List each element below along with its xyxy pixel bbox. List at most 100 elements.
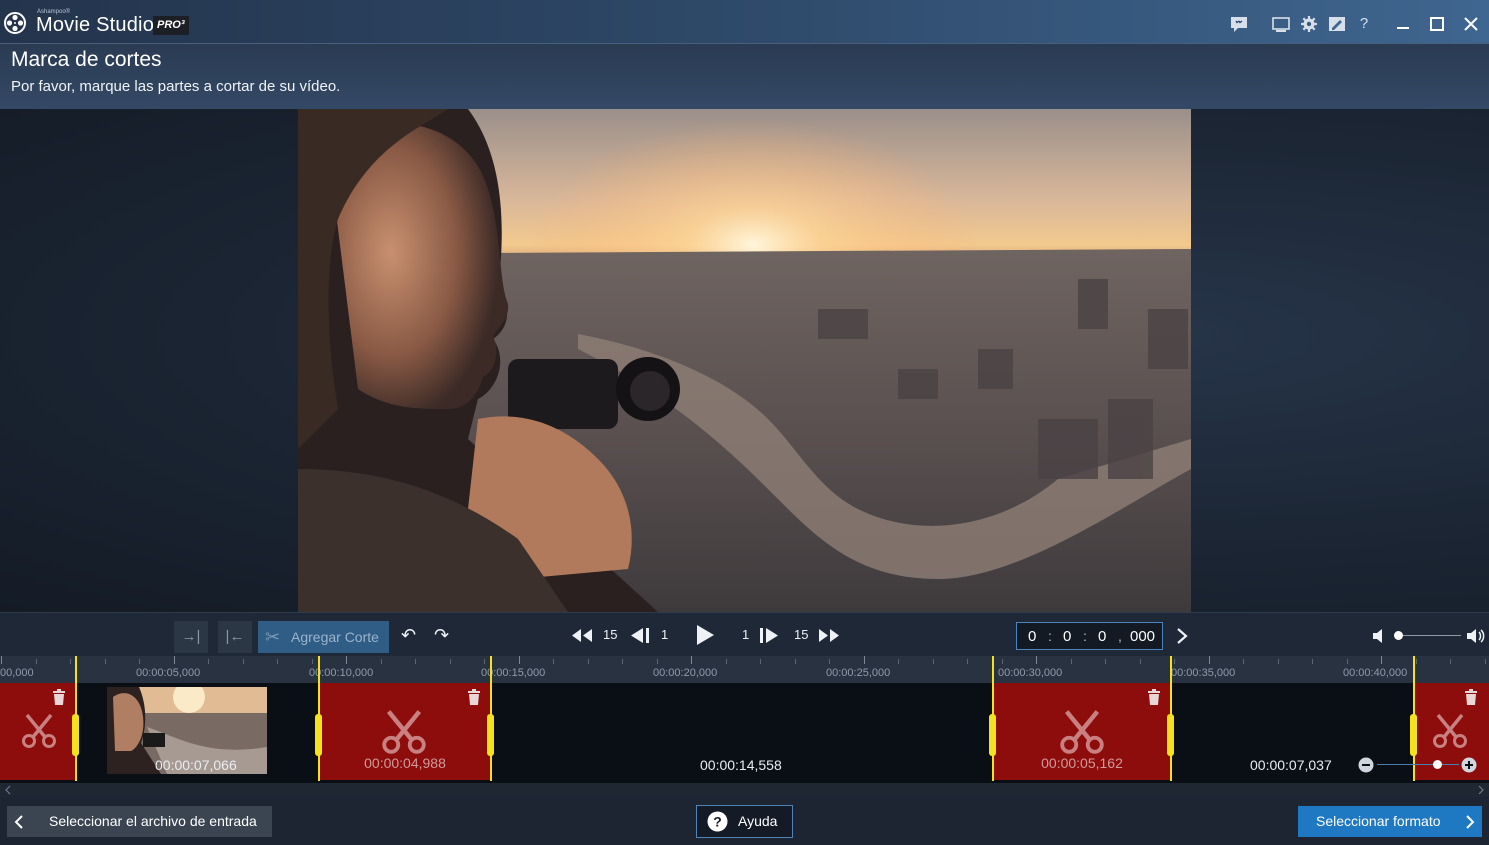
next-button-label: Seleccionar formato — [1316, 813, 1441, 829]
scissors-icon: ✂ — [265, 627, 281, 647]
page-header: Marca de cortes Por favor, marque las pa… — [0, 43, 1489, 109]
undo-icon[interactable]: ↶ — [401, 623, 416, 647]
ruler-tick — [36, 659, 37, 664]
film-reel-icon — [4, 12, 26, 34]
set-end-button[interactable]: |← — [218, 621, 252, 653]
volume-high-icon[interactable] — [1466, 627, 1486, 645]
ruler-tick — [312, 659, 313, 664]
scroll-right-icon[interactable] — [1477, 785, 1485, 795]
tick-label: 00:00:35,000 — [1171, 667, 1236, 679]
scissors-icon — [1060, 710, 1104, 754]
scissors-icon — [382, 710, 426, 754]
set-start-button[interactable]: →| — [174, 621, 208, 653]
rewind-icon[interactable] — [571, 628, 593, 643]
timecode-hours[interactable]: 0 — [1028, 628, 1036, 645]
ruler-tick — [1278, 659, 1279, 664]
minimize-icon[interactable] — [1393, 15, 1413, 33]
ruler-tick — [1312, 659, 1313, 664]
ruler-tick — [1347, 659, 1348, 664]
cut-handle[interactable] — [315, 714, 322, 756]
ruler-tick — [726, 659, 727, 664]
volume-low-icon[interactable] — [1372, 628, 1388, 644]
ruler-tick — [691, 656, 692, 664]
cut-handle[interactable] — [989, 714, 996, 756]
settings-icon[interactable] — [1299, 15, 1319, 33]
redo-icon[interactable]: ↷ — [434, 623, 449, 647]
ruler-tick — [450, 659, 451, 664]
ruler-tick — [898, 659, 899, 664]
ruler-tick — [1381, 656, 1382, 664]
trash-icon[interactable] — [52, 689, 66, 705]
zoom-out-icon[interactable] — [1358, 757, 1374, 773]
volume-slider-knob[interactable] — [1394, 631, 1403, 640]
step-forward-icon[interactable] — [758, 627, 780, 644]
ruler-tick — [208, 659, 209, 664]
help-button[interactable]: ? Ayuda — [696, 805, 793, 838]
fast-forward-icon[interactable] — [818, 628, 840, 643]
timecode-input[interactable]: 0 : 0 : 0 , 000 — [1016, 622, 1163, 650]
zoom-slider[interactable] — [1377, 764, 1459, 765]
trash-icon[interactable] — [467, 689, 481, 705]
timecode-minutes[interactable]: 0 — [1063, 628, 1071, 645]
cut-duration: 00:00:04,988 — [364, 755, 446, 771]
ruler-tick — [1450, 659, 1451, 664]
step-back-large-label: 15 — [603, 627, 618, 642]
tick-label: 00:00:05,000 — [136, 667, 201, 679]
video-preview-area — [0, 109, 1489, 612]
screen-icon[interactable] — [1271, 15, 1291, 33]
tick-label: 00:00:25,000 — [826, 667, 891, 679]
tick-label: 00:00:30,000 — [998, 667, 1063, 679]
zoom-slider-knob[interactable] — [1433, 760, 1442, 769]
ruler-tick — [1416, 659, 1417, 664]
ruler-tick — [1243, 659, 1244, 664]
cut-handle[interactable] — [72, 714, 79, 756]
ruler-tick — [415, 659, 416, 664]
timeline-scrollbar[interactable] — [0, 783, 1489, 797]
next-button[interactable]: Seleccionar formato — [1298, 806, 1482, 837]
cut-duration: 00:00:05,162 — [1041, 755, 1123, 771]
cut-segment[interactable] — [1414, 683, 1489, 780]
chevron-left-icon — [14, 815, 23, 829]
ruler-tick — [1209, 656, 1210, 664]
trash-icon[interactable] — [1147, 689, 1161, 705]
timeline-ruler[interactable]: 00,000 00:00:05,000 00:00:10,000 00:00:1… — [0, 656, 1489, 683]
maximize-icon[interactable] — [1427, 15, 1447, 33]
cut-segment[interactable]: 00:00:05,162 — [993, 683, 1171, 780]
step-back-icon[interactable] — [629, 627, 651, 644]
ruler-tick — [1, 656, 2, 664]
volume-slider[interactable] — [1399, 635, 1461, 636]
edit-icon[interactable] — [1327, 15, 1347, 33]
trash-icon[interactable] — [1464, 689, 1478, 705]
close-icon[interactable] — [1461, 15, 1481, 33]
play-icon[interactable] — [694, 624, 716, 646]
clip-duration: 00:00:14,558 — [700, 757, 782, 773]
timeline-track[interactable]: 00:00:07,066 00:00:04,988 00:00:14,558 0… — [0, 656, 1489, 783]
back-button[interactable]: Seleccionar el archivo de entrada — [7, 806, 272, 837]
help-icon[interactable]: ? — [1354, 15, 1374, 33]
scissors-icon — [22, 713, 56, 748]
add-cut-button[interactable]: ✂ Agregar Corte — [258, 621, 389, 653]
cut-handle[interactable] — [1167, 714, 1174, 756]
feedback-icon[interactable] — [1229, 15, 1249, 33]
cut-handle[interactable] — [487, 714, 494, 756]
timecode-seconds[interactable]: 0 — [1098, 628, 1106, 645]
page-title: Marca de cortes — [11, 48, 162, 71]
ruler-tick — [519, 656, 520, 664]
ruler-tick — [1105, 659, 1106, 664]
video-frame[interactable] — [298, 109, 1191, 612]
ruler-tick — [381, 659, 382, 664]
scroll-left-icon[interactable] — [4, 785, 12, 795]
timecode-millis[interactable]: 000 — [1130, 628, 1155, 645]
ruler-tick — [1140, 659, 1141, 664]
ruler-tick — [622, 659, 623, 664]
ruler-tick — [933, 659, 934, 664]
zoom-in-icon[interactable] — [1461, 757, 1477, 773]
ruler-tick — [553, 659, 554, 664]
ruler-tick — [139, 659, 140, 664]
cut-handle[interactable] — [1410, 714, 1417, 756]
ruler-tick — [346, 656, 347, 664]
cut-segment[interactable]: 00:00:04,988 — [319, 683, 491, 780]
timecode-go-icon[interactable] — [1175, 627, 1189, 645]
chevron-right-icon — [1466, 815, 1475, 829]
cut-segment[interactable] — [0, 683, 76, 780]
